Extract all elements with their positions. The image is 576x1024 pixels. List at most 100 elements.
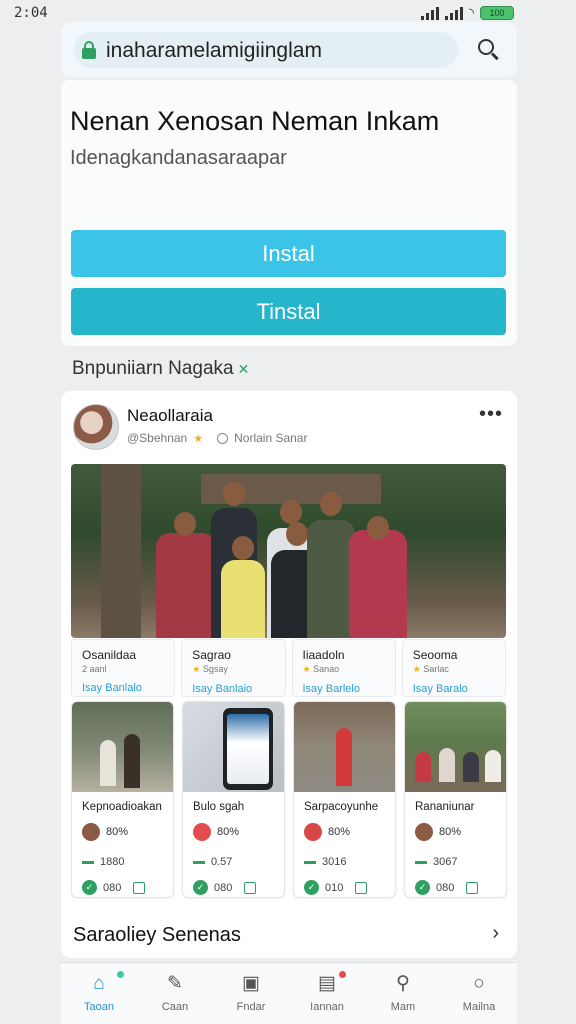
stat-title: Iiaadoln [302, 648, 345, 662]
more-link[interactable]: Saraoliey Senenas [73, 924, 241, 947]
card-rating: 80% [82, 823, 128, 841]
board-icon: ▣ [242, 973, 260, 994]
avatar [415, 823, 433, 841]
list-item[interactable]: Rananiunar 80% 3067 ✓ 080 [404, 701, 507, 898]
person [415, 752, 431, 782]
more-options-icon[interactable]: ••• [479, 403, 503, 426]
card-count: 080 [103, 881, 122, 894]
url-bar: inaharamelamigiinglam [61, 22, 517, 77]
person-head [320, 492, 342, 516]
avatar[interactable] [73, 404, 119, 450]
nav-label: Taoan [84, 1001, 114, 1013]
calendar-icon[interactable] [244, 881, 257, 894]
calendar-icon[interactable] [355, 881, 368, 894]
post-author[interactable]: Neaollaraia [127, 406, 213, 426]
feather-icon: ✎ [167, 973, 183, 994]
stat-link[interactable]: Isay Barlelo [303, 683, 385, 695]
card-title: Sarpacoyunhe [304, 801, 379, 813]
star-icon: ★ [192, 664, 201, 674]
inbox-icon: ▤ [318, 973, 336, 994]
section-title: Bnpuniiarn Nagaka ✕ [72, 358, 249, 380]
url-input[interactable]: inaharamelamigiinglam [74, 32, 458, 68]
dash-icon [304, 860, 316, 864]
stat-card[interactable]: Seooma ★ Sarlac Isay Baralo [401, 639, 506, 697]
card-price: 1880 [82, 856, 124, 868]
stat-card[interactable]: Iiaadoln ★ Sanao Isay Barlelo [291, 639, 396, 697]
stat-card[interactable]: Osanildaa 2 aanl Isay Banlalo [71, 639, 176, 697]
nav-item-iannan[interactable]: ▤ Iannan [289, 963, 365, 1024]
star-icon: ★ [193, 432, 204, 445]
card-rating-value: 80% [217, 826, 240, 838]
post-meta: @Sbehnan ★ Norlain Sanar [127, 431, 307, 445]
card-price: 3016 [304, 856, 346, 868]
person [156, 533, 216, 638]
person [336, 728, 352, 786]
stat-link[interactable]: Isay Baralo [413, 683, 495, 695]
card-price: 3067 [415, 856, 457, 868]
signal-icon [420, 6, 439, 20]
circle-icon: ○ [473, 973, 485, 994]
home-icon: ⌂ [93, 973, 105, 994]
card-price: 0.57 [193, 856, 232, 868]
stat-card[interactable]: Sagrao ★ Sgsay Isay Banlaio [181, 639, 286, 697]
stat-link[interactable]: Isay Banlalo [82, 682, 164, 694]
card-rating-value: 80% [106, 826, 129, 838]
person-head [280, 500, 302, 524]
card-price-value: 0.57 [211, 856, 233, 868]
card-image [405, 702, 506, 792]
nav-item-home[interactable]: ⌂ Taoan [61, 963, 137, 1024]
card-count: 010 [325, 881, 344, 894]
nav-item-mam[interactable]: ⚲ Mam [365, 963, 441, 1024]
person [463, 752, 479, 782]
hero-title: Nenan Xenosan Neman Inkam [70, 106, 440, 136]
card-rating: 80% [304, 823, 350, 841]
close-icon[interactable]: ✕ [238, 361, 250, 377]
nav-item-fndar[interactable]: ▣ Fndar [213, 963, 289, 1024]
calendar-icon[interactable] [133, 881, 146, 894]
card-image [183, 702, 284, 792]
check-icon[interactable]: ✓ [193, 880, 208, 895]
stat-title: Sagrao [192, 648, 231, 662]
check-icon[interactable]: ✓ [82, 880, 97, 895]
list-item[interactable]: Bulo sgah 80% 0.57 ✓ 080 [182, 701, 285, 898]
check-icon[interactable]: ✓ [415, 880, 430, 895]
dash-icon [82, 860, 94, 864]
nav-label: Fndar [236, 1001, 266, 1013]
card-count: 080 [436, 881, 455, 894]
card-rating: 80% [193, 823, 239, 841]
card-image [294, 702, 395, 792]
calendar-icon[interactable] [466, 881, 479, 894]
nav-label: Iannan [310, 1001, 344, 1013]
dash-icon [415, 860, 427, 864]
card-title: Rananiunar [415, 801, 475, 813]
list-item[interactable]: Kepnoadioakan 80% 1880 ✓ 080 [71, 701, 174, 898]
list-item[interactable]: Sarpacoyunhe 80% 3016 ✓ 010 [293, 701, 396, 898]
stat-title: Seooma [412, 648, 458, 662]
post-photo[interactable] [71, 464, 506, 638]
lock-icon [82, 41, 96, 59]
star-icon: ★ [412, 664, 421, 674]
bottom-nav: ⌂ Taoan ✎ Caan ▣ Fndar ▤ Iannan ⚲ Mam ○ … [61, 962, 517, 1024]
card-price-value: 1880 [100, 856, 125, 868]
search-icon[interactable] [478, 39, 500, 61]
stat-link[interactable]: Isay Banlaio [192, 683, 274, 695]
nav-item-caan[interactable]: ✎ Caan [137, 963, 213, 1024]
url-text: inaharamelamigiinglam [106, 39, 322, 62]
card-image [72, 702, 173, 792]
card-grid: Kepnoadioakan 80% 1880 ✓ 080 Bulo sgah 80… [71, 701, 507, 898]
nav-item-mailna[interactable]: ○ Mailna [441, 963, 517, 1024]
section-title-text: Bnpuniiarn Nagaka [72, 358, 234, 379]
stats-row: Osanildaa 2 aanl Isay Banlalo Sagrao ★ S… [71, 639, 506, 697]
person-head [232, 536, 254, 560]
stat-sub-text: Sarlac [423, 664, 449, 674]
check-icon[interactable]: ✓ [304, 880, 319, 895]
user-icon: ⚲ [396, 973, 410, 994]
card-footer: ✓ 010 [304, 880, 368, 895]
hero-subtitle: Idenagkandanasaraapar [70, 147, 287, 169]
card-title: Bulo sgah [193, 801, 245, 813]
card-price-value: 3016 [322, 856, 347, 868]
chevron-right-icon[interactable]: › [492, 922, 499, 945]
tinstal-button[interactable]: Tinstal [71, 288, 506, 335]
star-icon: ★ [302, 664, 311, 674]
install-button[interactable]: Instal [71, 230, 506, 277]
